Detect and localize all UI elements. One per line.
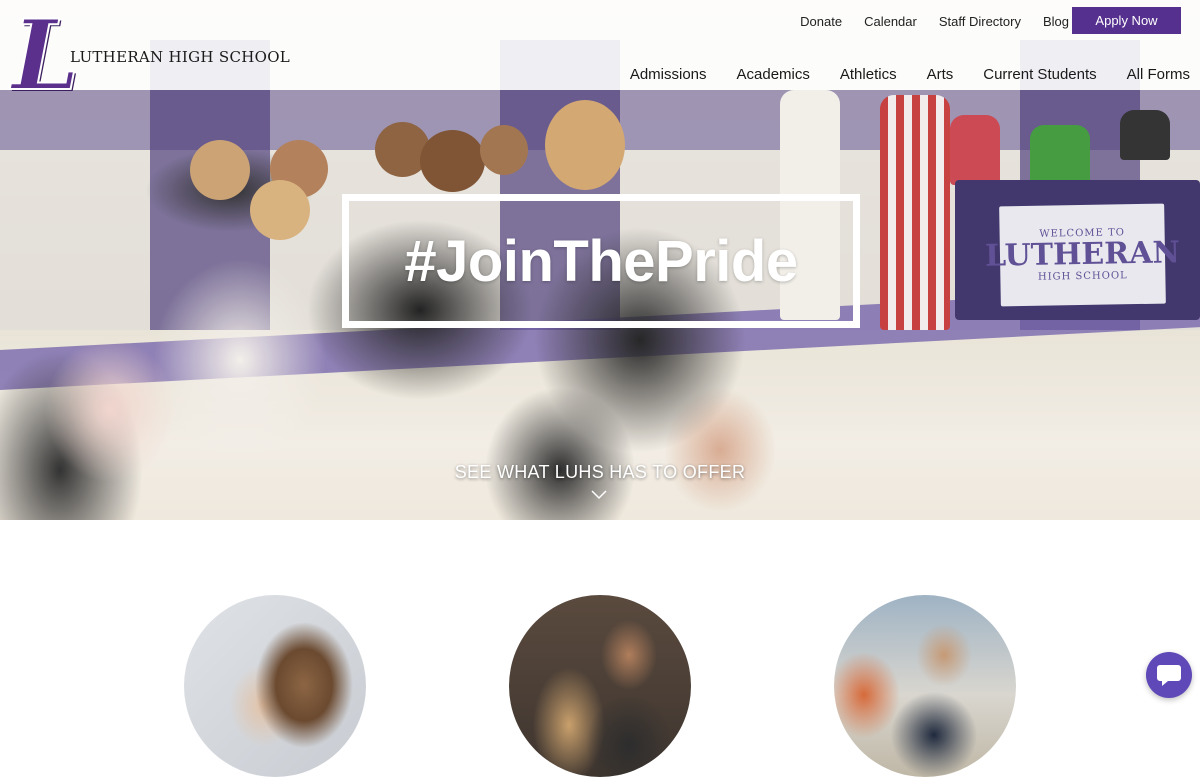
main-nav: Admissions Academics Athletics Arts Curr… (615, 67, 1200, 83)
nav-item-arts[interactable]: Arts (912, 67, 969, 83)
chat-bubble-icon (1157, 665, 1181, 686)
school-name[interactable]: LUTHERAN HIGH SCHOOL (70, 48, 290, 66)
feature-image-students[interactable] (184, 595, 366, 777)
apply-now-button[interactable]: Apply Now (1072, 7, 1181, 34)
nav-item-admissions[interactable]: Admissions (615, 67, 722, 83)
nav-item-all-forms[interactable]: All Forms (1112, 67, 1200, 83)
feature-image-outdoors[interactable] (834, 595, 1016, 777)
nav-item-athletics[interactable]: Athletics (825, 67, 912, 83)
nav-item-current-students[interactable]: Current Students (968, 67, 1111, 83)
nav-item-academics[interactable]: Academics (722, 67, 825, 83)
util-link-staff-directory[interactable]: Staff Directory (928, 13, 1032, 31)
hero-title: #JoinThePride (404, 228, 798, 294)
utility-nav: Donate Calendar Staff Directory Blog (789, 13, 1080, 31)
util-link-calendar[interactable]: Calendar (853, 13, 928, 31)
hero-title-box: #JoinThePride (342, 194, 860, 328)
hero-subtitle-link[interactable]: SEE WHAT LUHS HAS TO OFFER (0, 462, 1200, 483)
chat-button[interactable] (1146, 652, 1192, 698)
feature-image-classroom[interactable] (509, 595, 691, 777)
chevron-down-icon[interactable] (590, 488, 608, 502)
util-link-donate[interactable]: Donate (789, 13, 853, 31)
site-header: L LUTHERAN HIGH SCHOOL Donate Calendar S… (0, 0, 1200, 105)
